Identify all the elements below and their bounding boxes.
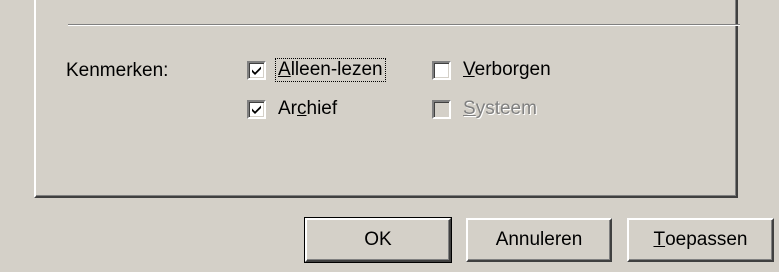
cancel-button[interactable]: Annuleren — [466, 218, 612, 262]
system-label: Systeem — [463, 98, 537, 119]
checkmark-icon — [252, 66, 261, 75]
checkbox-system: Systeem — [432, 98, 539, 120]
apply-button[interactable]: Toepassen — [627, 218, 774, 262]
attributes-label: Kenmerken: — [66, 60, 169, 81]
hidden-checkbox-box[interactable] — [432, 60, 451, 80]
archive-label[interactable]: Archief — [276, 98, 339, 120]
checkmark-icon — [252, 105, 261, 114]
checkbox-read-only[interactable]: Alleen-lezen — [247, 58, 386, 82]
properties-dialog: Kenmerken: Alleen-lezen Verborgen Archie… — [0, 0, 779, 272]
checkbox-archive[interactable]: Archief — [247, 98, 339, 120]
hidden-label[interactable]: Verborgen — [461, 59, 553, 81]
read-only-checkbox-box[interactable] — [247, 60, 266, 80]
system-checkbox-box — [432, 99, 451, 119]
tab-panel — [34, 0, 740, 198]
archive-checkbox-box[interactable] — [247, 99, 266, 119]
separator — [68, 24, 740, 26]
ok-button[interactable]: OK — [304, 217, 452, 263]
read-only-label[interactable]: Alleen-lezen — [275, 58, 386, 82]
checkbox-hidden[interactable]: Verborgen — [432, 59, 553, 81]
